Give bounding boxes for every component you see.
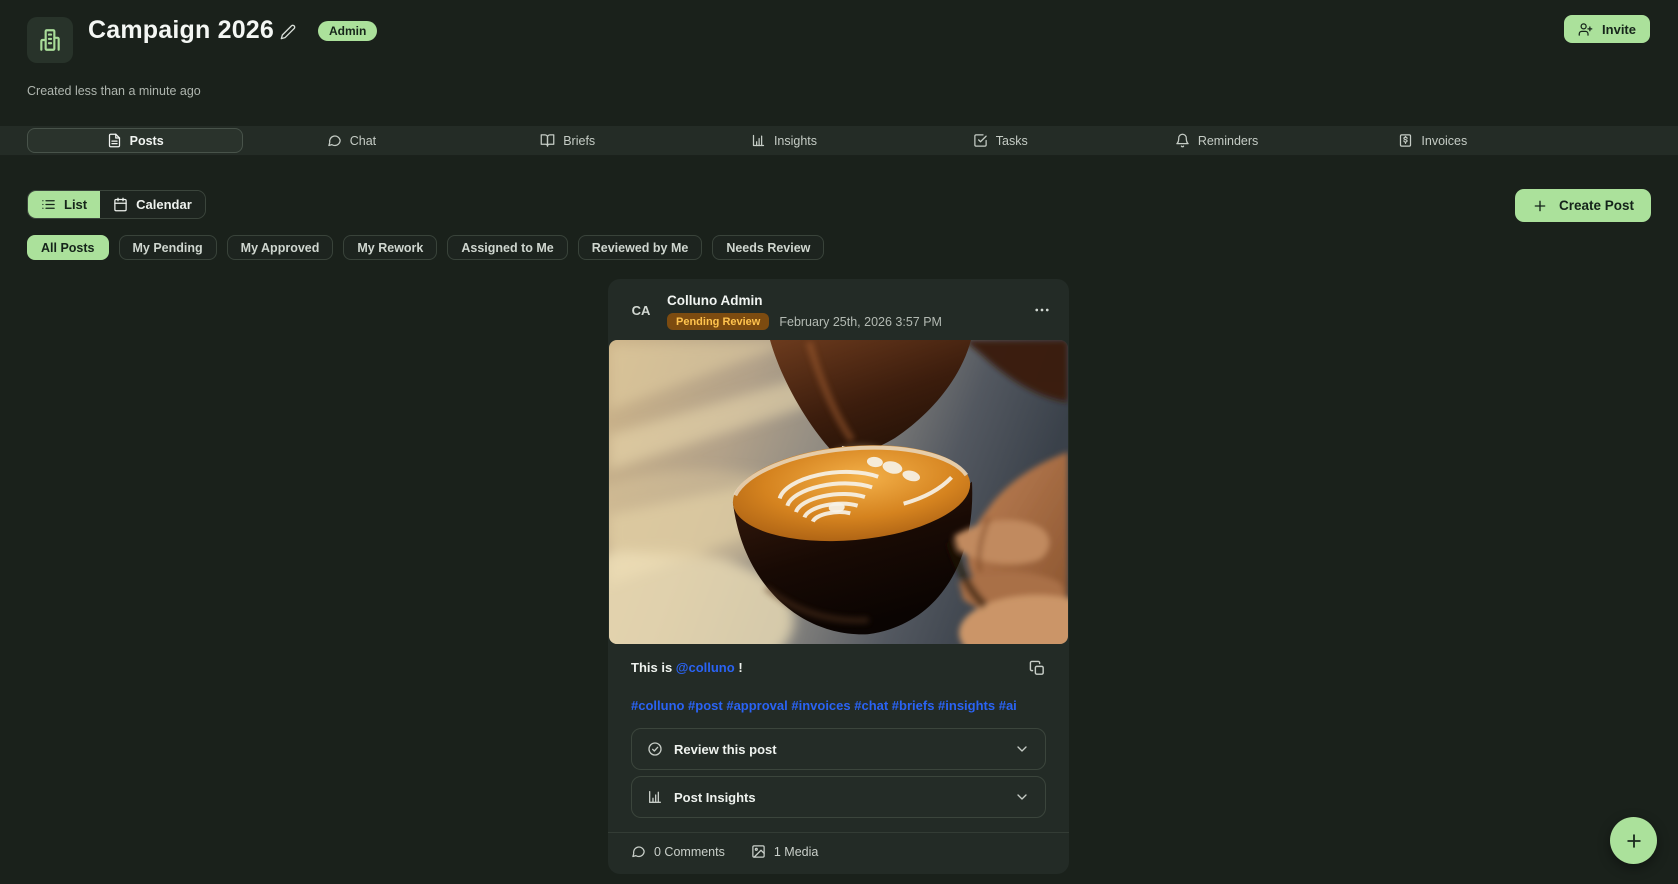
copy-icon [1029,660,1044,675]
chevron-down-icon [1017,746,1027,752]
post-menu-button[interactable] [1033,293,1051,324]
page-title: Campaign 2026 [88,16,275,44]
author-name: Colluno Admin [667,293,763,308]
mention-link[interactable]: @colluno [676,660,735,675]
tab-insights[interactable]: Insights [676,128,892,153]
filter-bar: All Posts My Pending My Approved My Rewo… [27,235,825,260]
caption-suffix: ! [734,660,743,675]
view-toggle: List Calendar [27,190,206,219]
caption-prefix: This is [631,660,676,675]
post-insights-section[interactable]: Post Insights [631,776,1046,818]
bar-chart-icon [649,791,661,803]
pencil-icon [280,24,296,40]
tab-chat[interactable]: Chat [243,128,459,153]
tab-label: Tasks [995,133,1028,148]
status-badge: Pending Review [667,313,770,330]
avatar: CA [631,303,651,318]
tab-briefs[interactable]: Briefs [460,128,676,153]
comment-icon [632,846,645,858]
chevron-down-icon [1017,794,1027,800]
review-post-section[interactable]: Review this post [631,728,1046,770]
book-open-icon [540,134,555,147]
tab-label: Chat [349,133,377,148]
building-icon [40,29,60,51]
insights-section-label: Post Insights [674,789,756,805]
post-caption: This is @colluno ! [631,660,743,675]
edit-title-button[interactable] [280,24,298,42]
tab-label: Invoices [1421,133,1468,148]
create-post-button[interactable]: Create Post [1514,189,1651,222]
post-timestamp: February 25th, 2026 3:57 PM [779,314,942,329]
tab-reminders[interactable]: Reminders [1108,128,1324,153]
role-badge: Admin [318,21,378,41]
post-media-image[interactable] [609,340,1068,644]
post-body-row: This is @colluno ! [631,660,1046,677]
filter-my-pending[interactable]: My Pending [118,235,217,260]
post-header: CA Colluno Admin Pending Review February… [608,279,1069,330]
post-card: CA Colluno Admin Pending Review February… [608,279,1069,874]
filter-my-approved[interactable]: My Approved [226,235,334,260]
tab-label: Posts [129,133,164,148]
post-meta: Pending Review February 25th, 2026 3:57 … [667,313,942,330]
user-plus-icon [1578,22,1593,36]
plus-icon [1626,833,1641,848]
filter-assigned-to-me[interactable]: Assigned to Me [447,235,568,260]
tab-label: Reminders [1197,133,1259,148]
tab-posts[interactable]: Posts [27,128,244,153]
plus-icon [1534,200,1546,211]
invoice-icon [1400,134,1412,147]
filter-needs-review[interactable]: Needs Review [712,235,825,260]
post-footer: 0 Comments 1 Media [608,832,1069,874]
tab-label: Briefs [563,133,596,148]
author-block: Colluno Admin Pending Review February 25… [667,293,942,330]
create-post-label: Create Post [1558,198,1634,213]
check-square-icon [974,134,987,147]
invite-button[interactable]: Invite [1564,15,1650,43]
view-calendar-label: Calendar [136,197,192,212]
tab-invoices[interactable]: Invoices [1325,128,1541,153]
filter-my-rework[interactable]: My Rework [343,235,438,260]
tab-label: Insights [773,133,818,148]
filter-all-posts[interactable]: All Posts [27,235,109,260]
workspace-logo [27,17,73,63]
message-icon [327,135,341,147]
invite-label: Invite [1602,21,1636,37]
tab-strip: Posts Chat Briefs Insights Tasks Reminde… [0,126,1678,156]
filter-reviewed-by-me[interactable]: Reviewed by Me [577,235,703,260]
image-icon [752,845,765,858]
tab-list: Posts Chat Briefs Insights Tasks Reminde… [0,126,1678,155]
view-toggle-list[interactable]: List [28,191,101,218]
post-hashtags[interactable]: #colluno #post #approval #invoices #chat… [631,698,1046,713]
file-text-icon [108,133,120,148]
created-timestamp: Created less than a minute ago [27,84,201,98]
media-count-button[interactable]: 1 Media [751,844,818,859]
view-list-label: List [64,197,88,212]
copy-caption-button[interactable] [1029,660,1046,677]
bell-icon [1176,133,1189,148]
calendar-icon [114,197,127,212]
quick-create-fab[interactable] [1610,817,1657,864]
review-section-label: Review this post [674,741,777,757]
bar-chart-icon [752,134,765,147]
view-toggle-calendar[interactable]: Calendar [100,191,205,218]
latte-art-illustration [609,340,1068,644]
tab-tasks[interactable]: Tasks [892,128,1108,153]
media-count: 1 Media [773,844,819,859]
campaign-workspace: Campaign 2026 Admin Invite Created less … [0,0,1678,884]
comments-button[interactable]: 0 Comments [631,844,725,859]
ellipsis-icon [1035,308,1049,312]
check-circle-icon [648,742,662,756]
comments-count: 0 Comments [654,844,725,859]
list-icon [42,200,55,209]
